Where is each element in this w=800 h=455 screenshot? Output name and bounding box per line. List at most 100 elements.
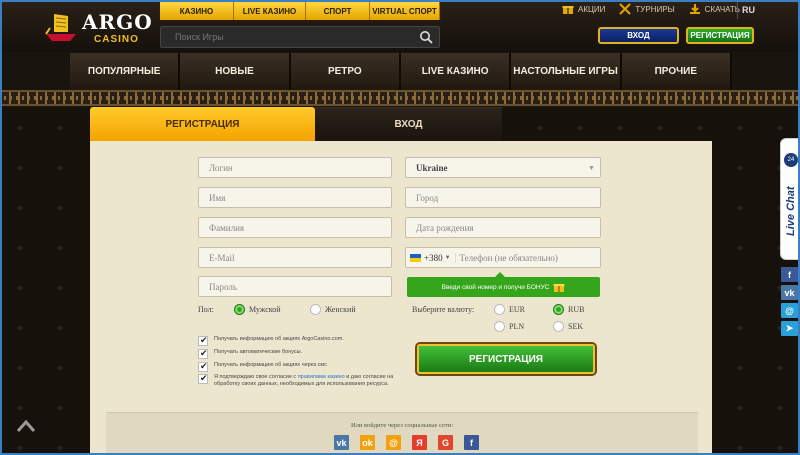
tab-registration[interactable]: РЕГИСТРАЦИЯ	[90, 107, 315, 141]
currency-rub-option[interactable]: RUB	[553, 304, 584, 315]
tournaments-link[interactable]: ТУРНИРЫ	[619, 3, 675, 15]
gender-female-label: Женский	[325, 305, 356, 314]
radio-eur[interactable]	[494, 304, 505, 315]
password-field[interactable]: Пароль	[198, 276, 392, 297]
casino-rules-link[interactable]: правилами казино	[298, 374, 345, 380]
promotions-label: АКЦИИ	[578, 4, 606, 14]
gift-icon	[562, 6, 574, 14]
vk-icon[interactable]: vk	[334, 435, 349, 450]
ship-logo-icon	[45, 14, 76, 41]
nav-other[interactable]: ПРОЧИЕ	[621, 53, 732, 90]
currency-pln-option[interactable]: PLN	[494, 321, 524, 332]
nav-popular[interactable]: ПОПУЛЯРНЫЕ	[70, 53, 181, 90]
checkbox-rules[interactable]	[198, 373, 208, 384]
live-chat-widget[interactable]: 24 Live Chat	[780, 138, 800, 260]
odnoklassniki-icon[interactable]: ok	[360, 435, 375, 450]
gender-label: Пол:	[198, 305, 214, 314]
registration-panel: Логин Имя Фамилия E-Mail Пароль Ukraine …	[90, 141, 712, 455]
promotions-link[interactable]: АКЦИИ	[562, 3, 605, 15]
country-value: Ukraine	[416, 162, 448, 173]
download-label: СКАЧАТЬ	[704, 4, 740, 14]
login-button[interactable]: ВХОД	[598, 27, 679, 44]
consent-promotions[interactable]: Получать информацию об акциях ArgoCasino…	[198, 335, 414, 346]
radio-female[interactable]	[310, 304, 321, 315]
gender-female-option[interactable]: Женский	[310, 304, 356, 315]
nav-live-casino[interactable]: LIVE КАЗИНО	[400, 53, 512, 90]
tab-live-casino[interactable]: LIVE КАЗИНО	[234, 2, 306, 20]
tab-virtual-sport[interactable]: VIRTUAL СПОРТ	[370, 2, 440, 20]
surname-field[interactable]: Фамилия	[198, 217, 392, 238]
tab-login[interactable]: ВХОД	[315, 107, 502, 141]
side-social-bar: f vk @ ➤	[781, 267, 798, 336]
chevron-down-icon: ▼	[588, 164, 595, 172]
bonus-banner[interactable]: Введи свой номер и получи БОНУС	[407, 272, 600, 297]
submit-registration-button[interactable]: РЕГИСТРАЦИЯ	[417, 344, 595, 374]
phone-placeholder: Телефон (не обязательно)	[454, 252, 558, 263]
social-login: Или войдите через социальные сети: vk ok…	[106, 412, 698, 455]
currency-label: Выберите валюту:	[412, 305, 475, 314]
currency-sek-option[interactable]: SEK	[553, 321, 583, 332]
mail-icon[interactable]: @	[781, 303, 798, 318]
gender-male-label: Мужской	[249, 305, 281, 314]
phone-code[interactable]: +380	[424, 253, 443, 263]
logo-name: ARGO	[82, 10, 153, 34]
currency-pln-label: PLN	[509, 322, 525, 331]
radio-rub[interactable]	[553, 304, 564, 315]
tournaments-label: ТУРНИРЫ	[635, 4, 675, 14]
language-selector[interactable]: RU	[737, 1, 755, 19]
bonus-text: Введи свой номер и получи БОНУС	[441, 283, 550, 291]
name-field[interactable]: Имя	[198, 187, 392, 208]
telegram-icon[interactable]: ➤	[781, 321, 798, 336]
gift-icon	[553, 284, 565, 292]
register-button[interactable]: РЕГИСТРАЦИЯ	[686, 27, 754, 44]
login-field[interactable]: Логин	[198, 157, 392, 178]
checkbox-sms[interactable]	[198, 361, 208, 372]
radio-pln[interactable]	[494, 321, 505, 332]
chevron-down-icon: ▼	[444, 254, 451, 261]
currency-eur-label: EUR	[509, 305, 525, 314]
radio-male[interactable]	[234, 304, 245, 315]
currency-eur-option[interactable]: EUR	[494, 304, 525, 315]
decorative-band	[0, 90, 800, 106]
yandex-icon[interactable]: Я	[412, 435, 427, 450]
support-24-badge: 24	[784, 153, 798, 167]
vk-icon[interactable]: vk	[781, 285, 798, 300]
download-icon	[689, 4, 700, 14]
scroll-top-icon[interactable]	[14, 417, 38, 435]
nav-table-games[interactable]: НАСТОЛЬНЫЕ ИГРЫ	[511, 53, 622, 90]
birthdate-field[interactable]: Дата рождения	[405, 217, 601, 238]
tab-sport[interactable]: СПОРТ	[306, 2, 370, 20]
consent-bonuses-text: Получать автоматические бонусы.	[214, 349, 303, 355]
mailru-icon[interactable]: @	[386, 435, 401, 450]
consent-sms[interactable]: Получать информацию об акциях через смс	[198, 361, 414, 372]
google-icon[interactable]: G	[438, 435, 453, 450]
email-field[interactable]: E-Mail	[198, 247, 392, 268]
checkbox-bonuses[interactable]	[198, 348, 208, 359]
search-bar	[160, 26, 440, 48]
top-links: АКЦИИ ТУРНИРЫ СКАЧАТЬ	[562, 3, 740, 15]
country-select[interactable]: Ukraine ▼	[405, 157, 601, 178]
currency-rub-label: RUB	[568, 305, 585, 314]
gender-male-option[interactable]: Мужской	[234, 304, 281, 315]
nav-retro[interactable]: РЕТРО	[290, 53, 401, 90]
search-input[interactable]	[161, 27, 411, 47]
nav-new[interactable]: НОВЫЕ	[180, 53, 291, 90]
logo[interactable]: ARGO CASINO	[40, 4, 153, 50]
download-link[interactable]: СКАЧАТЬ	[689, 3, 740, 15]
consent-promotions-text: Получать информацию об акциях ArgoCasino…	[214, 336, 344, 342]
swords-icon	[619, 3, 632, 15]
logo-sub: CASINO	[94, 34, 139, 45]
phone-field[interactable]: +380 ▼ Телефон (не обязательно)	[405, 247, 601, 268]
game-tabs: КАЗИНО LIVE КАЗИНО СПОРТ VIRTUAL СПОРТ	[160, 2, 440, 20]
city-field[interactable]: Город	[405, 187, 601, 208]
facebook-icon[interactable]: f	[781, 267, 798, 282]
social-title: Или войдите через социальные сети:	[350, 422, 454, 429]
search-icon[interactable]	[419, 30, 433, 44]
consent-rules[interactable]: Я подтверждаю свое согласие с правилами …	[198, 373, 414, 388]
radio-sek[interactable]	[553, 321, 564, 332]
facebook-icon[interactable]: f	[464, 435, 479, 450]
tab-casino[interactable]: КАЗИНО	[160, 2, 234, 20]
consent-rules-before: Я подтверждаю свое согласие с	[214, 374, 298, 380]
checkbox-promotions[interactable]	[198, 335, 208, 346]
consent-bonuses[interactable]: Получать автоматические бонусы.	[198, 348, 414, 359]
